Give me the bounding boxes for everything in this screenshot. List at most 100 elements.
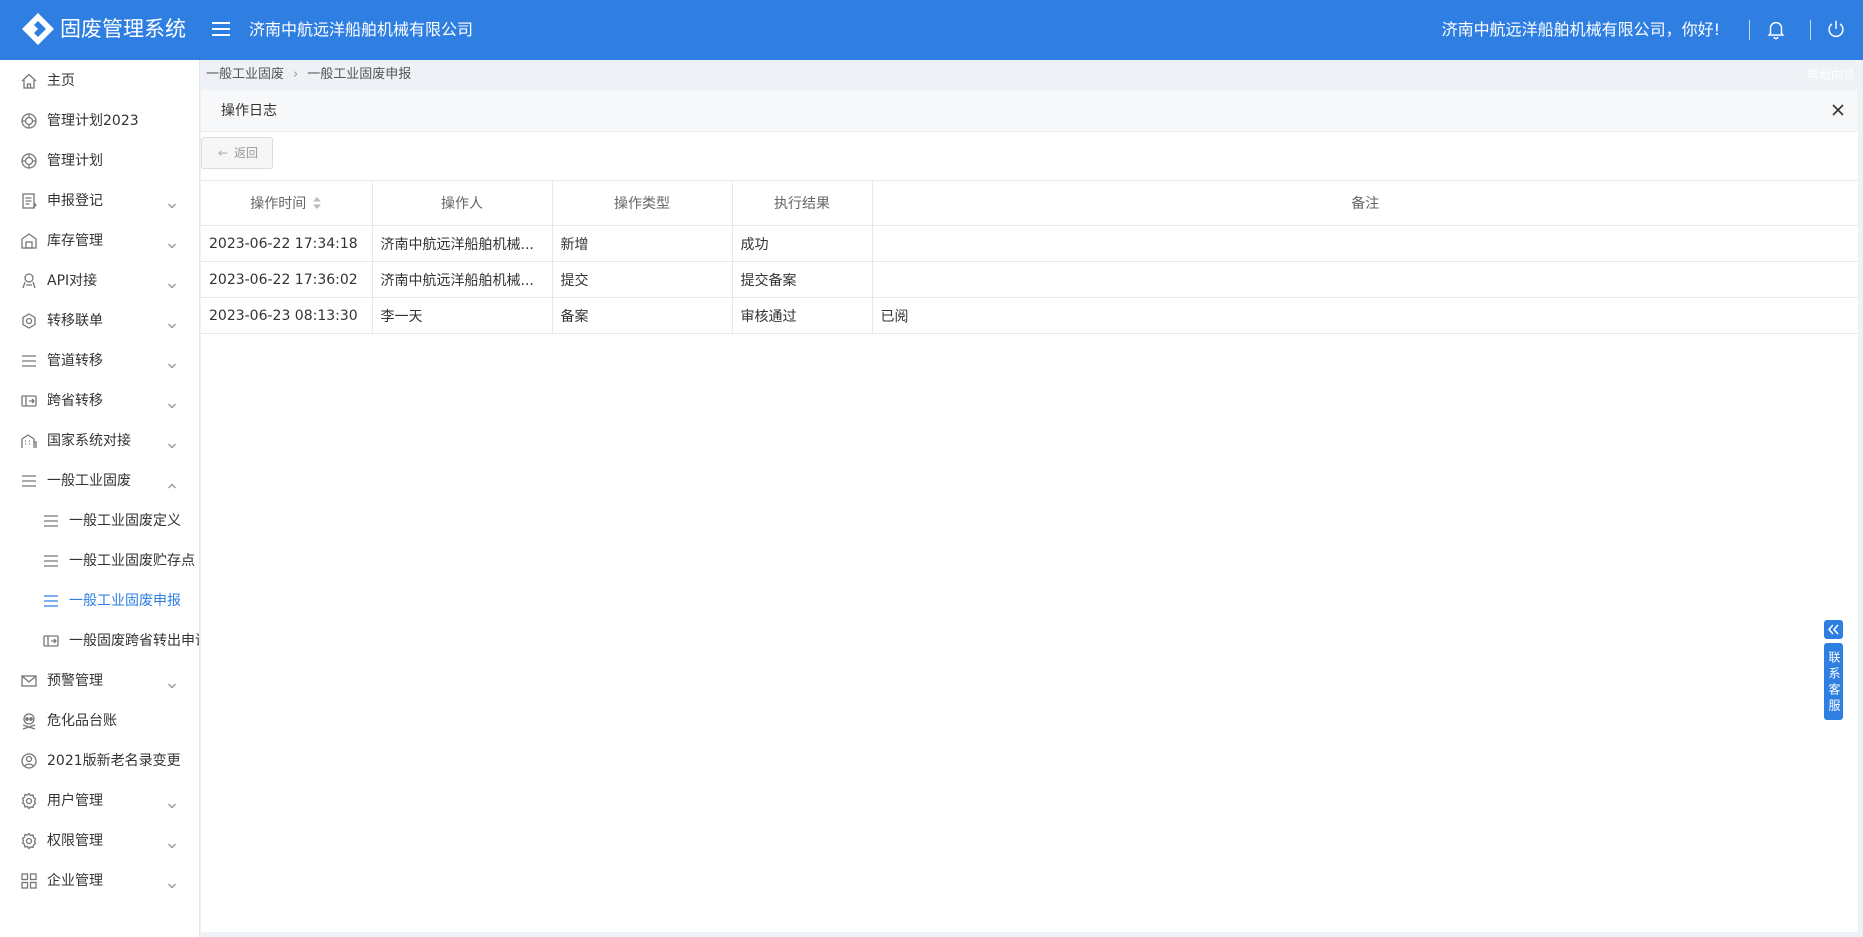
sidebar-item[interactable]: 一般工业固废申报 bbox=[0, 581, 199, 621]
sidebar-item-label: API对接 bbox=[47, 273, 98, 289]
chevron-down-icon bbox=[167, 236, 177, 249]
mail-icon bbox=[20, 672, 38, 690]
list-icon bbox=[42, 512, 60, 530]
column-header-remark: 备注 bbox=[872, 180, 1858, 226]
contact-customer-service-button[interactable]: 联系客服 bbox=[1824, 643, 1843, 720]
table-row[interactable]: 2023-06-23 08:13:30 李一天 备案 审核通过 已阅 bbox=[201, 297, 1858, 334]
chevron-down-icon bbox=[167, 836, 177, 849]
sidebar-item[interactable]: 国家系统对接 bbox=[0, 421, 199, 461]
cell-time: 2023-06-22 17:34:18 bbox=[201, 225, 373, 262]
sidebar-item[interactable]: 转移联单 bbox=[0, 301, 199, 341]
operation-log-table: 操作时间 操作人 操作类型 执行结果 备注 2023-06-22 17:34:1… bbox=[201, 180, 1858, 334]
document-icon bbox=[20, 192, 38, 210]
gear-icon bbox=[20, 792, 38, 810]
sidebar-item[interactable]: 一般固废跨省转出申请 bbox=[0, 621, 199, 661]
user-greeting: 济南中航远洋船舶机械有限公司，你好! bbox=[1441, 20, 1720, 39]
sidebar-item-label: 2021版新老名录变更 bbox=[47, 753, 181, 769]
chevron-down-icon bbox=[167, 876, 177, 889]
cell-result: 提交备案 bbox=[732, 261, 873, 298]
breadcrumb-item: 一般工业固废申报 bbox=[307, 67, 412, 82]
sidebar-item[interactable]: 申报登记 bbox=[0, 181, 199, 221]
sidebar-item-label: 预警管理 bbox=[47, 673, 103, 689]
ticket-icon bbox=[20, 392, 38, 410]
help-guide-link[interactable]: 帮助向导 bbox=[1807, 67, 1855, 83]
sidebar-item[interactable]: 库存管理 bbox=[0, 221, 199, 261]
sidebar-item[interactable]: 危化品台账 bbox=[0, 701, 199, 741]
gear-icon bbox=[20, 832, 38, 850]
divider bbox=[1810, 20, 1811, 40]
cell-type: 备案 bbox=[552, 297, 733, 334]
back-button-label: 返回 bbox=[234, 146, 259, 160]
sidebar-item-label: 库存管理 bbox=[47, 233, 103, 249]
table-row[interactable]: 2023-06-22 17:36:02 济南中航远洋船舶机械... 提交 提交备… bbox=[201, 261, 1858, 298]
plan-icon bbox=[20, 112, 38, 130]
sort-icon[interactable] bbox=[312, 196, 322, 210]
close-icon[interactable] bbox=[1830, 102, 1846, 118]
sidebar: 主页 管理计划2023 管理计划 申报登记库存管理 API对接转移联单管道转移跨省转移国… bbox=[0, 60, 200, 937]
cell-operator: 济南中航远洋船舶机械... bbox=[372, 261, 553, 298]
operation-log-panel: 操作日志 ← 返回 操作时间 操作人 操作类型 执行结果 备注 2023-06-… bbox=[201, 90, 1858, 932]
cell-type: 新增 bbox=[552, 225, 733, 262]
chevron-down-icon bbox=[167, 796, 177, 809]
sidebar-item-label: 一般工业固废申报 bbox=[69, 593, 181, 609]
chevron-down-icon bbox=[167, 396, 177, 409]
sidebar-item[interactable]: 管理计划2023 bbox=[0, 101, 199, 141]
cell-operator: 李一天 bbox=[372, 297, 553, 334]
sidebar-item[interactable]: 一般工业固废定义 bbox=[0, 501, 199, 541]
cell-result: 成功 bbox=[732, 225, 873, 262]
sidebar-item[interactable]: 跨省转移 bbox=[0, 381, 199, 421]
panel-header: 操作日志 bbox=[201, 90, 1858, 132]
chevron-down-icon bbox=[167, 196, 177, 209]
sidebar-item[interactable]: 管理计划 bbox=[0, 141, 199, 181]
bell-icon[interactable] bbox=[1765, 18, 1787, 40]
breadcrumb: 一般工业固废 › 一般工业固废申报 bbox=[206, 66, 411, 84]
table-row[interactable]: 2023-06-22 17:34:18 济南中航远洋船舶机械... 新增 成功 bbox=[201, 225, 1858, 262]
panel-title: 操作日志 bbox=[221, 103, 277, 119]
cell-time: 2023-06-22 17:36:02 bbox=[201, 261, 373, 298]
sidebar-item-label: 管道转移 bbox=[47, 353, 103, 369]
sidebar-item[interactable]: 管道转移 bbox=[0, 341, 199, 381]
sidebar-item[interactable]: 一般工业固废贮存点 bbox=[0, 541, 199, 581]
power-icon[interactable] bbox=[1825, 18, 1847, 40]
building-icon bbox=[20, 432, 38, 450]
chevron-down-icon bbox=[167, 356, 177, 369]
sidebar-item-label: 国家系统对接 bbox=[47, 433, 131, 449]
cell-remark bbox=[872, 261, 1858, 298]
sidebar-item-label: 跨省转移 bbox=[47, 393, 103, 409]
chevron-right-icon: › bbox=[293, 67, 299, 82]
cell-remark bbox=[872, 225, 1858, 262]
list-icon bbox=[42, 552, 60, 570]
cell-type: 提交 bbox=[552, 261, 733, 298]
sidebar-item-label: 一般工业固废定义 bbox=[69, 513, 181, 529]
breadcrumb-item[interactable]: 一般工业固废 bbox=[206, 67, 284, 82]
sidebar-item[interactable]: 企业管理 bbox=[0, 861, 199, 901]
sidebar-item[interactable]: 用户管理 bbox=[0, 781, 199, 821]
sidebar-item-label: 权限管理 bbox=[47, 833, 103, 849]
sidebar-item-label: 一般工业固废贮存点 bbox=[69, 553, 195, 569]
cell-operator: 济南中航远洋船舶机械... bbox=[372, 225, 553, 262]
plan-icon bbox=[20, 152, 38, 170]
list-icon bbox=[20, 472, 38, 490]
home-icon bbox=[20, 72, 38, 90]
sidebar-item[interactable]: 主页 bbox=[0, 61, 199, 101]
sidebar-item[interactable]: 预警管理 bbox=[0, 661, 199, 701]
sidebar-item[interactable]: API对接 bbox=[0, 261, 199, 301]
sidebar-item[interactable]: 一般工业固废 bbox=[0, 461, 199, 501]
double-chevron-left-icon[interactable] bbox=[1824, 620, 1843, 639]
list-icon bbox=[20, 352, 38, 370]
column-header-type: 操作类型 bbox=[552, 180, 733, 226]
cell-result: 审核通过 bbox=[732, 297, 873, 334]
app-title: 固废管理系统 bbox=[60, 17, 186, 41]
table-header-row: 操作时间 操作人 操作类型 执行结果 备注 bbox=[201, 180, 1858, 226]
back-button[interactable]: ← 返回 bbox=[201, 137, 273, 169]
skull-icon bbox=[20, 712, 38, 730]
sidebar-item[interactable]: 2021版新老名录变更 bbox=[0, 741, 199, 781]
sidebar-item-label: 转移联单 bbox=[47, 313, 103, 329]
chevron-down-icon bbox=[167, 676, 177, 689]
sidebar-item-label: 用户管理 bbox=[47, 793, 103, 809]
sidebar-item-label: 企业管理 bbox=[47, 873, 103, 889]
grid-icon bbox=[20, 872, 38, 890]
sidebar-item[interactable]: 权限管理 bbox=[0, 821, 199, 861]
menu-toggle-icon[interactable] bbox=[209, 17, 233, 41]
column-header-time[interactable]: 操作时间 bbox=[201, 180, 373, 226]
